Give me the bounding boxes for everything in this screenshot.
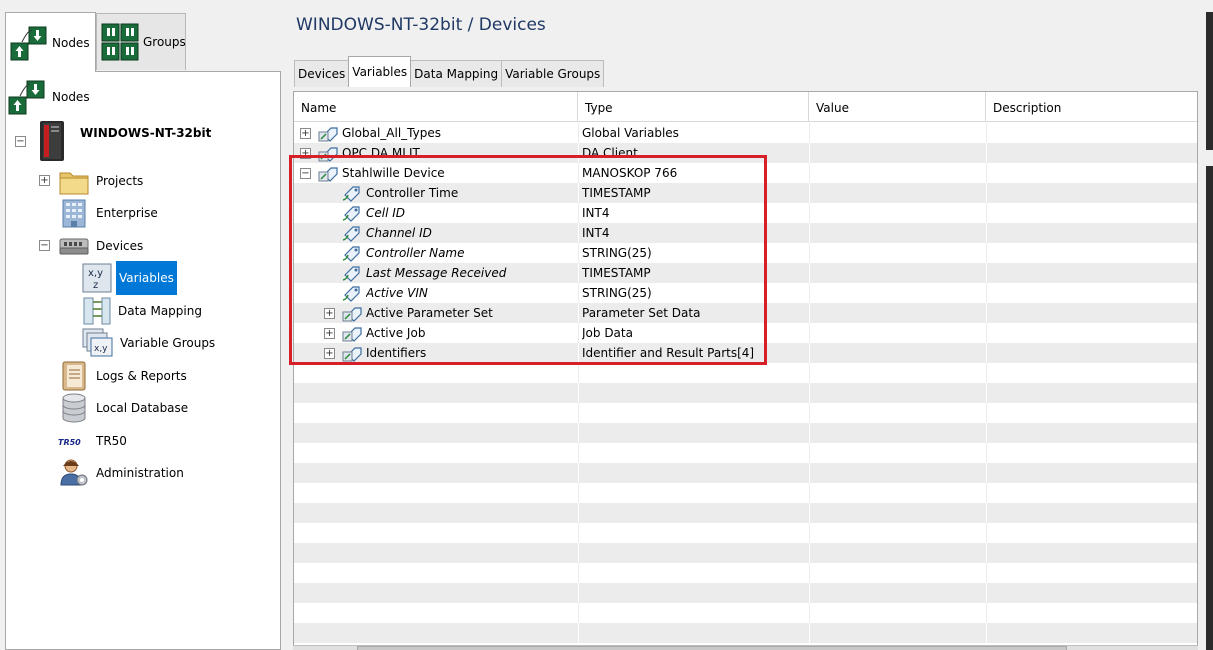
empty-row [294, 603, 1197, 623]
empty-row [294, 423, 1197, 443]
left-panel: Nodes Groups Nodes − WINDOWS-NT-32bit + … [0, 0, 286, 650]
local-database-label: Local Database [96, 401, 189, 415]
svg-text:x,y: x,y [94, 344, 108, 354]
highlight-box [289, 155, 767, 365]
groups-icon [101, 23, 139, 61]
horizontal-scrollbar-thumb[interactable] [357, 646, 1067, 650]
collapse-devices-toggle[interactable]: − [39, 240, 50, 251]
tab-groups[interactable]: Groups [96, 13, 186, 70]
table-row[interactable]: + Global_All_Types Global Variables [294, 123, 1197, 143]
empty-row [294, 563, 1197, 583]
row-type: Global Variables [582, 126, 679, 140]
row-name: Global_All_Types [342, 126, 441, 140]
svg-text:x,y: x,y [88, 268, 103, 279]
tab-groups-label: Groups [143, 35, 186, 49]
tree-item-data-mapping[interactable]: Data Mapping [82, 294, 202, 328]
tree-item-variable-groups[interactable]: x,y Variable Groups [82, 326, 215, 360]
page-title: WINDOWS-NT-32bit / Devices [296, 15, 546, 35]
empty-row [294, 503, 1197, 523]
devices-label: Devices [96, 239, 144, 253]
data-mapping-icon [83, 297, 111, 325]
tr50-icon: TR50 [58, 438, 81, 447]
horizontal-scrollbar[interactable] [293, 645, 1198, 650]
variables-icon: x,y z [82, 263, 112, 293]
variable-groups-label: Variable Groups [120, 336, 216, 350]
tree-item-enterprise[interactable]: Enterprise [58, 196, 158, 230]
collapse-device-node-toggle[interactable]: − [15, 136, 26, 147]
tab-variable-groups[interactable]: Variable Groups [501, 60, 605, 87]
empty-row [294, 623, 1197, 643]
column-header-description[interactable]: Description [986, 92, 1197, 122]
tree-root-label: Nodes [52, 90, 90, 104]
empty-row [294, 583, 1197, 603]
tree-item-variables[interactable]: x,y z Variables [82, 261, 177, 295]
nodes-icon [10, 26, 47, 60]
empty-row [294, 363, 1197, 383]
tab-nodes-label: Nodes [52, 35, 90, 50]
empty-row [294, 483, 1197, 503]
admin-user-icon [60, 459, 88, 486]
column-header-value[interactable]: Value [809, 92, 986, 122]
node-tree: Nodes − WINDOWS-NT-32bit + Projects Ente… [5, 71, 281, 650]
administration-label: Administration [96, 466, 184, 480]
column-header-type[interactable]: Type [578, 92, 809, 122]
window-edge-strip [1206, 0, 1213, 650]
folder-icon [59, 172, 89, 195]
database-icon [62, 393, 86, 423]
empty-row [294, 523, 1197, 543]
logs-reports-label: Logs & Reports [96, 369, 187, 383]
tab-nodes[interactable]: Nodes [5, 12, 96, 72]
enterprise-label: Enterprise [96, 206, 158, 220]
tr50-logo-text: TR50 [58, 438, 81, 447]
nodes-icon [8, 80, 45, 115]
empty-row [294, 383, 1197, 403]
expand-row-toggle[interactable]: + [300, 128, 311, 139]
view-tabs: Devices Variables Data Mapping Variable … [294, 56, 605, 87]
tree-item-devices[interactable]: Devices [58, 229, 143, 263]
empty-row [294, 463, 1197, 483]
grid-header: Name Type Value Description [294, 92, 1197, 122]
tree-node-windows[interactable]: WINDOWS-NT-32bit [34, 120, 211, 162]
devices-icon [59, 238, 89, 255]
server-tower-icon [40, 121, 64, 161]
projects-label: Projects [96, 174, 144, 188]
device-variables-icon [318, 127, 338, 142]
tab-data-mapping[interactable]: Data Mapping [410, 60, 503, 87]
tree-item-projects[interactable]: Projects [58, 164, 143, 198]
tr50-label: TR50 [96, 434, 127, 448]
tree-item-local-database[interactable]: Local Database [58, 391, 188, 425]
tab-variables[interactable]: Variables [348, 56, 412, 87]
tree-root-nodes[interactable]: Nodes [8, 78, 90, 116]
tree-item-tr50[interactable]: TR50 TR50 [58, 429, 127, 453]
tab-devices[interactable]: Devices [294, 60, 350, 87]
empty-row [294, 443, 1197, 463]
variables-label: Variables [116, 261, 177, 295]
variable-groups-icon: x,y [82, 328, 113, 357]
svg-text:z: z [93, 280, 98, 291]
tree-item-logs-reports[interactable]: Logs & Reports [58, 359, 187, 393]
device-node-label: WINDOWS-NT-32bit [80, 126, 212, 140]
building-icon [62, 199, 86, 228]
column-header-name[interactable]: Name [294, 92, 578, 122]
empty-row [294, 403, 1197, 423]
notebook-icon [62, 361, 86, 391]
tree-item-administration[interactable]: Administration [58, 456, 184, 490]
expand-projects-toggle[interactable]: + [39, 175, 50, 186]
data-mapping-label: Data Mapping [118, 304, 202, 318]
empty-row [294, 543, 1197, 563]
